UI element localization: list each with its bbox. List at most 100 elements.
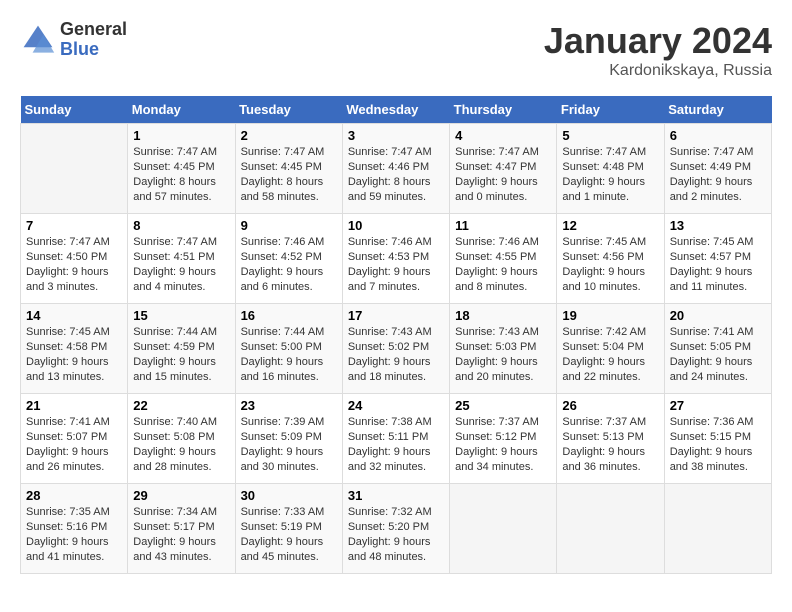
day-info: Sunrise: 7:44 AMSunset: 4:59 PMDaylight:… [133, 325, 229, 384]
week-row-3: 14 Sunrise: 7:45 AMSunset: 4:58 PMDayligh… [21, 304, 772, 394]
calendar-cell: 12 Sunrise: 7:45 AMSunset: 4:56 PMDayligh… [557, 214, 664, 304]
day-info: Sunrise: 7:36 AMSunset: 5:15 PMDaylight:… [670, 415, 766, 474]
week-row-4: 21Sunrise: 7:41 AMSunset: 5:07 PMDayligh… [21, 394, 772, 484]
day-info: Sunrise: 7:47 AMSunset: 4:51 PMDaylight:… [133, 235, 229, 294]
day-number: 5 [562, 128, 658, 143]
day-number: 22 [133, 398, 229, 413]
calendar-cell: 7 Sunrise: 7:47 AMSunset: 4:50 PMDaylight… [21, 214, 128, 304]
day-number: 2 [241, 128, 337, 143]
day-info: Sunrise: 7:47 AMSunset: 4:48 PMDaylight:… [562, 145, 658, 204]
calendar-cell: 25Sunrise: 7:37 AMSunset: 5:12 PMDayligh… [450, 394, 557, 484]
calendar-cell: 14 Sunrise: 7:45 AMSunset: 4:58 PMDayligh… [21, 304, 128, 394]
logo-text: General Blue [60, 20, 127, 60]
calendar-cell: 11 Sunrise: 7:46 AMSunset: 4:55 PMDayligh… [450, 214, 557, 304]
day-number: 18 [455, 308, 551, 323]
calendar-cell: 8 Sunrise: 7:47 AMSunset: 4:51 PMDaylight… [128, 214, 235, 304]
calendar-cell: 9 Sunrise: 7:46 AMSunset: 4:52 PMDaylight… [235, 214, 342, 304]
day-info: Sunrise: 7:38 AMSunset: 5:11 PMDaylight:… [348, 415, 444, 474]
day-info: Sunrise: 7:39 AMSunset: 5:09 PMDaylight:… [241, 415, 337, 474]
calendar-cell: 27 Sunrise: 7:36 AMSunset: 5:15 PMDayligh… [664, 394, 771, 484]
day-number: 7 [26, 218, 122, 233]
day-number: 8 [133, 218, 229, 233]
calendar-cell: 2 Sunrise: 7:47 AMSunset: 4:45 PMDaylight… [235, 124, 342, 214]
calendar-cell: 17 Sunrise: 7:43 AMSunset: 5:02 PMDayligh… [342, 304, 449, 394]
day-info: Sunrise: 7:45 AMSunset: 4:57 PMDaylight:… [670, 235, 766, 294]
day-info: Sunrise: 7:45 AMSunset: 4:56 PMDaylight:… [562, 235, 658, 294]
day-number: 14 [26, 308, 122, 323]
day-info: Sunrise: 7:46 AMSunset: 4:53 PMDaylight:… [348, 235, 444, 294]
day-number: 19 [562, 308, 658, 323]
day-info: Sunrise: 7:35 AMSunset: 5:16 PMDaylight:… [26, 505, 122, 564]
day-number: 1 [133, 128, 229, 143]
day-number: 17 [348, 308, 444, 323]
day-number: 31 [348, 488, 444, 503]
day-info: Sunrise: 7:45 AMSunset: 4:58 PMDaylight:… [26, 325, 122, 384]
day-number: 3 [348, 128, 444, 143]
day-info: Sunrise: 7:44 AMSunset: 5:00 PMDaylight:… [241, 325, 337, 384]
calendar-cell: 30Sunrise: 7:33 AMSunset: 5:19 PMDayligh… [235, 484, 342, 574]
week-row-2: 7 Sunrise: 7:47 AMSunset: 4:50 PMDaylight… [21, 214, 772, 304]
day-number: 6 [670, 128, 766, 143]
title-block: January 2024 Kardonikskaya, Russia [544, 20, 772, 80]
header-day-friday: Friday [557, 96, 664, 124]
day-number: 25 [455, 398, 551, 413]
day-info: Sunrise: 7:40 AMSunset: 5:08 PMDaylight:… [133, 415, 229, 474]
day-number: 29 [133, 488, 229, 503]
day-info: Sunrise: 7:46 AMSunset: 4:55 PMDaylight:… [455, 235, 551, 294]
calendar-cell [557, 484, 664, 574]
week-row-1: 1 Sunrise: 7:47 AMSunset: 4:45 PMDaylight… [21, 124, 772, 214]
day-info: Sunrise: 7:42 AMSunset: 5:04 PMDaylight:… [562, 325, 658, 384]
day-number: 13 [670, 218, 766, 233]
calendar-location: Kardonikskaya, Russia [544, 62, 772, 80]
logo-blue-text: Blue [60, 40, 127, 60]
day-info: Sunrise: 7:47 AMSunset: 4:47 PMDaylight:… [455, 145, 551, 204]
week-row-5: 28 Sunrise: 7:35 AMSunset: 5:16 PMDayligh… [21, 484, 772, 574]
day-number: 9 [241, 218, 337, 233]
calendar-cell: 1Sunrise: 7:47 AMSunset: 4:45 PMDaylight… [128, 124, 235, 214]
day-number: 10 [348, 218, 444, 233]
calendar-cell: 24 Sunrise: 7:38 AMSunset: 5:11 PMDayligh… [342, 394, 449, 484]
day-number: 28 [26, 488, 122, 503]
header-day-saturday: Saturday [664, 96, 771, 124]
header-day-tuesday: Tuesday [235, 96, 342, 124]
calendar-cell: 19 Sunrise: 7:42 AMSunset: 5:04 PMDayligh… [557, 304, 664, 394]
day-info: Sunrise: 7:47 AMSunset: 4:45 PMDaylight:… [241, 145, 337, 204]
header-day-thursday: Thursday [450, 96, 557, 124]
day-number: 16 [241, 308, 337, 323]
header-day-wednesday: Wednesday [342, 96, 449, 124]
calendar-title: January 2024 [544, 20, 772, 62]
day-info: Sunrise: 7:47 AMSunset: 4:50 PMDaylight:… [26, 235, 122, 294]
day-number: 12 [562, 218, 658, 233]
day-info: Sunrise: 7:34 AMSunset: 5:17 PMDaylight:… [133, 505, 229, 564]
day-number: 30 [241, 488, 337, 503]
calendar-header: SundayMondayTuesdayWednesdayThursdayFrid… [21, 96, 772, 124]
calendar-cell: 15 Sunrise: 7:44 AMSunset: 4:59 PMDayligh… [128, 304, 235, 394]
calendar-cell: 31Sunrise: 7:32 AMSunset: 5:20 PMDayligh… [342, 484, 449, 574]
calendar-cell: 10 Sunrise: 7:46 AMSunset: 4:53 PMDayligh… [342, 214, 449, 304]
day-info: Sunrise: 7:47 AMSunset: 4:49 PMDaylight:… [670, 145, 766, 204]
calendar-cell: 28 Sunrise: 7:35 AMSunset: 5:16 PMDayligh… [21, 484, 128, 574]
day-number: 24 [348, 398, 444, 413]
calendar-cell: 29 Sunrise: 7:34 AMSunset: 5:17 PMDayligh… [128, 484, 235, 574]
logo-icon [20, 22, 56, 58]
calendar-cell: 23 Sunrise: 7:39 AMSunset: 5:09 PMDayligh… [235, 394, 342, 484]
header-day-sunday: Sunday [21, 96, 128, 124]
day-info: Sunrise: 7:43 AMSunset: 5:02 PMDaylight:… [348, 325, 444, 384]
calendar-cell: 18 Sunrise: 7:43 AMSunset: 5:03 PMDayligh… [450, 304, 557, 394]
calendar-cell: 21Sunrise: 7:41 AMSunset: 5:07 PMDayligh… [21, 394, 128, 484]
calendar-cell: 22 Sunrise: 7:40 AMSunset: 5:08 PMDayligh… [128, 394, 235, 484]
day-number: 27 [670, 398, 766, 413]
calendar-cell: 5 Sunrise: 7:47 AMSunset: 4:48 PMDaylight… [557, 124, 664, 214]
day-number: 4 [455, 128, 551, 143]
calendar-cell [450, 484, 557, 574]
day-info: Sunrise: 7:37 AMSunset: 5:13 PMDaylight:… [562, 415, 658, 474]
day-info: Sunrise: 7:46 AMSunset: 4:52 PMDaylight:… [241, 235, 337, 294]
calendar-cell: 3Sunrise: 7:47 AMSunset: 4:46 PMDaylight… [342, 124, 449, 214]
calendar-cell [664, 484, 771, 574]
day-number: 11 [455, 218, 551, 233]
day-number: 23 [241, 398, 337, 413]
calendar-cell: 26Sunrise: 7:37 AMSunset: 5:13 PMDayligh… [557, 394, 664, 484]
day-info: Sunrise: 7:41 AMSunset: 5:05 PMDaylight:… [670, 325, 766, 384]
day-info: Sunrise: 7:43 AMSunset: 5:03 PMDaylight:… [455, 325, 551, 384]
day-number: 15 [133, 308, 229, 323]
